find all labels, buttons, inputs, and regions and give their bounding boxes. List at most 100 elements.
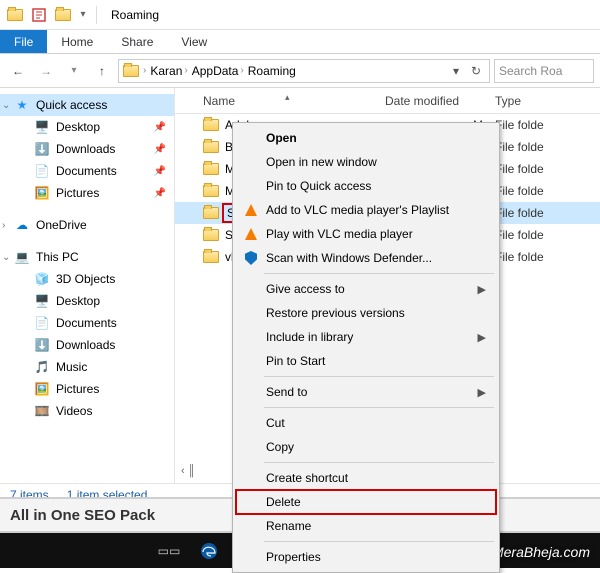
nav-pc-documents[interactable]: 📄Documents <box>0 312 174 334</box>
folder-icon <box>203 141 219 153</box>
cm-give-access[interactable]: Give access to▶ <box>236 277 496 301</box>
navigation-pane: ⌄ ★ Quick access 🖥️Desktop📌 ⬇️Downloads📌… <box>0 88 175 483</box>
nav-pc-videos[interactable]: 🎞️Videos <box>0 400 174 422</box>
pin-icon: 📌 <box>154 166 166 177</box>
cm-pin-start[interactable]: Pin to Start <box>236 349 496 373</box>
cm-pin-quick-access[interactable]: Pin to Quick access <box>236 174 496 198</box>
nav-onedrive[interactable]: ›☁OneDrive <box>0 214 174 236</box>
documents-icon: 📄 <box>34 315 50 331</box>
nav-documents[interactable]: 📄Documents📌 <box>0 160 174 182</box>
vlc-icon <box>242 201 260 219</box>
nav-pc-downloads[interactable]: ⬇️Downloads <box>0 334 174 356</box>
cm-open-new-window[interactable]: Open in new window <box>236 150 496 174</box>
breadcrumb-root-icon <box>123 65 139 77</box>
breadcrumb-dropdown-icon[interactable]: ▾ <box>447 62 465 80</box>
cm-include-library[interactable]: Include in library▶ <box>236 325 496 349</box>
column-headers[interactable]: Name▴ Date modified Type <box>175 88 600 114</box>
tab-share[interactable]: Share <box>107 30 167 53</box>
cm-send-to[interactable]: Send to▶ <box>236 380 496 404</box>
pc-icon: 💻 <box>14 249 30 265</box>
ribbon: File Home Share View <box>0 30 600 54</box>
horizontal-scroll-indicator[interactable]: ‹ ║ <box>181 465 196 477</box>
nav-pc-music[interactable]: 🎵Music <box>0 356 174 378</box>
sort-asc-icon: ▴ <box>285 92 290 103</box>
qat-dropdown-icon[interactable]: ▾ <box>76 4 90 26</box>
window-title: Roaming <box>111 8 159 22</box>
tab-file[interactable]: File <box>0 30 47 53</box>
edge-icon[interactable] <box>190 533 228 568</box>
search-input[interactable]: Search Roa <box>494 59 594 83</box>
qat-properties-icon[interactable] <box>28 4 50 26</box>
breadcrumb-item: AppData› <box>192 64 244 78</box>
menu-separator <box>264 462 494 463</box>
qat-folder-icon[interactable] <box>4 4 26 26</box>
folder-icon <box>203 229 219 241</box>
qat-more-icon[interactable] <box>52 4 74 26</box>
cm-open[interactable]: Open <box>236 126 496 150</box>
folder-icon <box>203 185 219 197</box>
cm-scan-defender[interactable]: Scan with Windows Defender... <box>236 246 496 270</box>
tab-view[interactable]: View <box>167 30 221 53</box>
title-bar: ▾ Roaming <box>0 0 600 30</box>
cm-properties[interactable]: Properties <box>236 545 496 569</box>
col-type[interactable]: Type <box>495 94 600 108</box>
cm-vlc-play[interactable]: Play with VLC media player <box>236 222 496 246</box>
context-menu: Open Open in new window Pin to Quick acc… <box>232 122 500 573</box>
menu-separator <box>264 376 494 377</box>
file-type: File folde <box>495 162 600 176</box>
nav-forward-button[interactable]: → <box>34 59 58 83</box>
documents-icon: 📄 <box>34 163 50 179</box>
nav-3d-objects[interactable]: 🧊3D Objects <box>0 268 174 290</box>
pin-icon: 📌 <box>154 188 166 199</box>
nav-pc-pictures[interactable]: 🖼️Pictures <box>0 378 174 400</box>
breadcrumb-item: Roaming <box>248 64 296 78</box>
folder-icon <box>203 251 219 263</box>
chevron-right-icon: ▶ <box>478 386 486 399</box>
music-icon: 🎵 <box>34 359 50 375</box>
refresh-button[interactable]: ↻ <box>467 62 485 80</box>
vlc-icon <box>242 225 260 243</box>
pin-icon: 📌 <box>154 144 166 155</box>
nav-recent-dropdown[interactable]: ▾ <box>62 59 86 83</box>
cm-copy[interactable]: Copy <box>236 435 496 459</box>
cm-delete[interactable]: Delete <box>236 490 496 514</box>
folder-icon <box>203 163 219 175</box>
downloads-icon: ⬇️ <box>34 337 50 353</box>
nav-up-button[interactable]: ↑ <box>90 59 114 83</box>
star-icon: ★ <box>14 97 30 113</box>
nav-this-pc[interactable]: ⌄💻This PC <box>0 246 174 268</box>
desktop-icon: 🖥️ <box>34 293 50 309</box>
col-name[interactable]: Name▴ <box>175 94 385 108</box>
onedrive-icon: ☁ <box>14 217 30 233</box>
cm-create-shortcut[interactable]: Create shortcut <box>236 466 496 490</box>
cm-restore-versions[interactable]: Restore previous versions <box>236 301 496 325</box>
tab-home[interactable]: Home <box>47 30 107 53</box>
cm-rename[interactable]: Rename <box>236 514 496 538</box>
nav-pc-desktop[interactable]: 🖥️Desktop <box>0 290 174 312</box>
videos-icon: 🎞️ <box>34 403 50 419</box>
file-type: File folde <box>495 184 600 198</box>
breadcrumb-box[interactable]: › Karan› AppData› Roaming ▾ ↻ <box>118 59 490 83</box>
task-view-icon[interactable]: ▭▭ <box>150 533 188 568</box>
nav-quick-access[interactable]: ⌄ ★ Quick access <box>0 94 174 116</box>
downloads-icon: ⬇️ <box>34 141 50 157</box>
pin-icon: 📌 <box>154 122 166 133</box>
folder-icon <box>203 119 219 131</box>
nav-downloads[interactable]: ⬇️Downloads📌 <box>0 138 174 160</box>
cm-cut[interactable]: Cut <box>236 411 496 435</box>
nav-back-button[interactable]: ← <box>6 59 30 83</box>
nav-pictures[interactable]: 🖼️Pictures📌 <box>0 182 174 204</box>
cm-vlc-add-playlist[interactable]: Add to VLC media player's Playlist <box>236 198 496 222</box>
pictures-icon: 🖼️ <box>34 185 50 201</box>
file-type: File folde <box>495 118 600 132</box>
pictures-icon: 🖼️ <box>34 381 50 397</box>
menu-separator <box>264 541 494 542</box>
cube-icon: 🧊 <box>34 271 50 287</box>
nav-desktop[interactable]: 🖥️Desktop📌 <box>0 116 174 138</box>
watermark: MeraBheja.com <box>492 544 590 560</box>
menu-separator <box>264 407 494 408</box>
col-date[interactable]: Date modified <box>385 94 495 108</box>
file-type: File folde <box>495 228 600 242</box>
file-type: File folde <box>495 140 600 154</box>
file-type: File folde <box>495 250 600 264</box>
